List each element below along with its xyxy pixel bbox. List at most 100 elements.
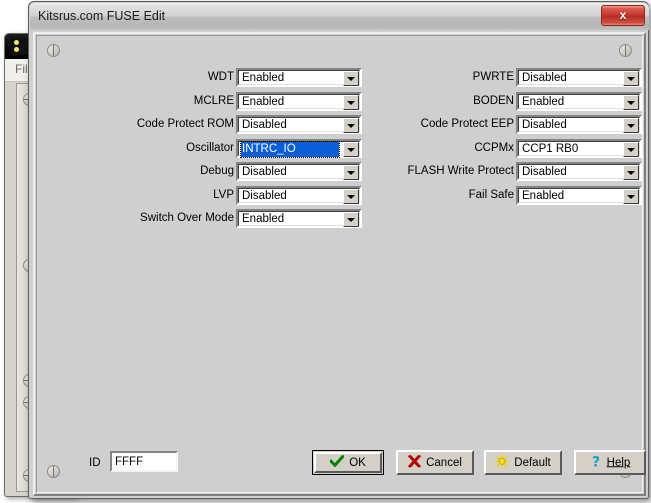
combo-field: CCP1 RB0 bbox=[518, 141, 640, 156]
chevron-down-icon[interactable] bbox=[623, 118, 639, 133]
close-button[interactable]: x bbox=[601, 5, 645, 26]
fuse-row-fail-safe: Fail Safe Enabled bbox=[387, 186, 647, 210]
close-icon: x bbox=[620, 8, 627, 22]
combo-field: Enabled bbox=[518, 94, 640, 109]
fuse-options-left-column: WDT Enabled MCLRE Enabled bbox=[107, 68, 367, 233]
combo-field: Enabled bbox=[518, 188, 640, 203]
fuse-label-boden: BODEN bbox=[473, 95, 514, 107]
chevron-down-icon[interactable] bbox=[343, 71, 359, 86]
chevron-down-icon[interactable] bbox=[343, 165, 359, 180]
chevron-down-icon[interactable] bbox=[343, 189, 359, 204]
dialog-client-inner-bevel: WDT Enabled MCLRE Enabled bbox=[36, 35, 643, 493]
fuse-label-oscillator: Oscillator bbox=[186, 142, 234, 154]
cancel-button-label: Cancel bbox=[426, 457, 462, 469]
svg-text:?: ? bbox=[592, 454, 600, 468]
ok-button-label: OK bbox=[349, 457, 366, 469]
fuse-combo-boden[interactable]: Enabled bbox=[516, 92, 642, 111]
fuse-combo-ccpmx[interactable]: CCP1 RB0 bbox=[516, 139, 642, 158]
fuse-label-fail-safe: Fail Safe bbox=[469, 189, 514, 201]
default-button-content: Default bbox=[486, 454, 560, 472]
combo-field: Disabled bbox=[518, 164, 640, 179]
fuse-row-wdt: WDT Enabled bbox=[107, 68, 367, 92]
id-input-wrapper[interactable] bbox=[110, 451, 178, 472]
dialog-button-bar: ID OK bbox=[37, 448, 642, 478]
combo-field: Enabled bbox=[238, 70, 360, 85]
fuse-label-wdt: WDT bbox=[208, 71, 234, 83]
fuse-value-pwrte: Disabled bbox=[522, 71, 619, 86]
chevron-down-icon[interactable] bbox=[623, 165, 639, 180]
screen: ⚘ Fil Kitsrus.com FUSE Edit x bbox=[0, 0, 651, 503]
help-button[interactable]: ? Help bbox=[574, 450, 646, 475]
fuse-combo-flash-write-protect[interactable]: Disabled bbox=[516, 162, 642, 181]
fuse-row-switch-over-mode: Switch Over Mode Enabled bbox=[107, 209, 367, 233]
fuse-combo-mclre[interactable]: Enabled bbox=[236, 92, 362, 111]
chevron-down-icon[interactable] bbox=[623, 95, 639, 110]
fuse-edit-dialog: Kitsrus.com FUSE Edit x WDT Enabled bbox=[28, 1, 649, 499]
default-button[interactable]: Default bbox=[484, 450, 562, 475]
fuse-combo-debug[interactable]: Disabled bbox=[236, 162, 362, 181]
fuse-row-ccpmx: CCPMx CCP1 RB0 bbox=[387, 139, 647, 163]
id-label: ID bbox=[89, 457, 101, 469]
app-icon bbox=[11, 38, 28, 55]
fuse-label-debug: Debug bbox=[200, 165, 234, 177]
combo-field: Disabled bbox=[238, 188, 360, 203]
chevron-down-icon[interactable] bbox=[343, 142, 359, 157]
fuse-value-ccpmx: CCP1 RB0 bbox=[522, 142, 619, 157]
fuse-combo-code-protect-eep[interactable]: Disabled bbox=[516, 115, 642, 134]
fuse-row-debug: Debug Disabled bbox=[107, 162, 367, 186]
grip-icon bbox=[47, 44, 60, 57]
fuse-value-debug: Disabled bbox=[242, 165, 339, 180]
fuse-value-boden: Enabled bbox=[522, 95, 619, 110]
dialog-client-area: WDT Enabled MCLRE Enabled bbox=[33, 32, 646, 496]
fuse-label-switch-over-mode: Switch Over Mode bbox=[140, 212, 234, 224]
fuse-combo-oscillator[interactable]: INTRC_IO bbox=[236, 139, 362, 158]
cancel-button-content: Cancel bbox=[398, 455, 472, 471]
combo-field: Enabled bbox=[238, 211, 360, 226]
fuse-row-code-protect-eep: Code Protect EEP Disabled bbox=[387, 115, 647, 139]
combo-field: Disabled bbox=[518, 70, 640, 85]
fuse-value-wdt: Enabled bbox=[242, 71, 339, 86]
fuse-value-switch-over-mode: Enabled bbox=[242, 212, 339, 227]
fuse-row-pwrte: PWRTE Disabled bbox=[387, 68, 647, 92]
fuse-value-fail-safe: Enabled bbox=[522, 189, 619, 204]
chevron-down-icon[interactable] bbox=[623, 142, 639, 157]
fuse-options-right-column: PWRTE Disabled BODEN Enabled bbox=[387, 68, 647, 209]
chevron-down-icon[interactable] bbox=[623, 189, 639, 204]
fuse-row-mclre: MCLRE Enabled bbox=[107, 92, 367, 116]
fuse-label-code-protect-eep: Code Protect EEP bbox=[421, 118, 514, 130]
fuse-row-flash-write-protect: FLASH Write Protect Disabled bbox=[387, 162, 647, 186]
fuse-label-mclre: MCLRE bbox=[194, 95, 234, 107]
fuse-value-oscillator: INTRC_IO bbox=[241, 142, 339, 157]
fuse-row-lvp: LVP Disabled bbox=[107, 186, 367, 210]
chevron-down-icon[interactable] bbox=[343, 118, 359, 133]
menu-item-file[interactable]: Fil bbox=[15, 62, 28, 76]
fuse-row-oscillator: Oscillator INTRC_IO bbox=[107, 139, 367, 163]
fuse-value-code-protect-rom: Disabled bbox=[242, 118, 339, 133]
fuse-combo-pwrte[interactable]: Disabled bbox=[516, 68, 642, 87]
dialog-titlebar[interactable]: Kitsrus.com FUSE Edit x bbox=[30, 3, 649, 30]
fuse-combo-fail-safe[interactable]: Enabled bbox=[516, 186, 642, 205]
id-input[interactable] bbox=[113, 454, 177, 469]
chevron-down-icon[interactable] bbox=[623, 71, 639, 86]
ok-button[interactable]: OK bbox=[312, 450, 384, 475]
fuse-value-code-protect-eep: Disabled bbox=[522, 118, 619, 133]
sun-icon bbox=[495, 454, 509, 472]
fuse-combo-code-protect-rom[interactable]: Disabled bbox=[236, 115, 362, 134]
fuse-combo-lvp[interactable]: Disabled bbox=[236, 186, 362, 205]
grip-icon bbox=[619, 44, 632, 57]
fuse-row-boden: BODEN Enabled bbox=[387, 92, 647, 116]
chevron-down-icon[interactable] bbox=[343, 212, 359, 227]
fuse-label-ccpmx: CCPMx bbox=[474, 142, 514, 154]
cancel-button[interactable]: Cancel bbox=[396, 450, 474, 475]
ok-button-content: OK bbox=[313, 455, 383, 471]
fuse-label-code-protect-rom: Code Protect ROM bbox=[137, 118, 234, 130]
combo-field: Disabled bbox=[238, 117, 360, 132]
help-button-content: ? Help bbox=[576, 454, 644, 472]
chevron-down-icon[interactable] bbox=[343, 95, 359, 110]
check-icon bbox=[330, 455, 344, 471]
fuse-combo-wdt[interactable]: Enabled bbox=[236, 68, 362, 87]
fuse-label-flash-write-protect: FLASH Write Protect bbox=[407, 165, 514, 177]
fuse-combo-switch-over-mode[interactable]: Enabled bbox=[236, 209, 362, 228]
fuse-value-mclre: Enabled bbox=[242, 95, 339, 110]
fuse-label-pwrte: PWRTE bbox=[473, 71, 514, 83]
